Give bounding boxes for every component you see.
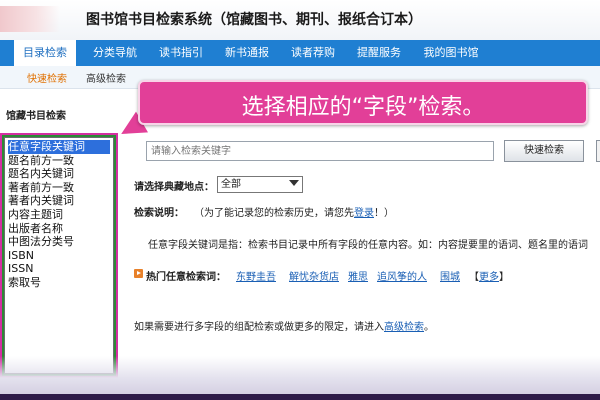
annotation-callout: 选择相应的“字段”检索。 bbox=[138, 80, 588, 125]
nav-item-new-books[interactable]: 新书通报 bbox=[218, 40, 276, 66]
hot-keyword-link[interactable]: 东野圭吾 bbox=[236, 268, 276, 283]
quick-search-button[interactable]: 快速检索 bbox=[504, 140, 584, 162]
header: 图书馆书目检索系统（馆藏图书、期刊、报纸合订本） bbox=[0, 0, 600, 40]
nav-item-catalog-search[interactable]: 目录检索 bbox=[14, 40, 76, 66]
advanced-note-text: 如果需要进行多字段的组配检索或做更多的限定，请进入 bbox=[134, 322, 384, 333]
login-link[interactable]: 登录 bbox=[354, 208, 374, 219]
location-label: 请选择典藏地点： bbox=[134, 182, 214, 193]
bracket-open: 【 bbox=[469, 272, 479, 283]
field-option[interactable]: 索取号 bbox=[8, 276, 110, 290]
hot-keywords-label: 热门任意检索词： bbox=[146, 272, 226, 283]
field-option[interactable]: 内容主题词 bbox=[8, 208, 110, 222]
field-list-highlight: 任意字段关键词 题名前方一致 题名内关键词 著者前方一致 著者内关键词 内容主题… bbox=[0, 133, 118, 378]
page-title: 图书馆书目检索系统（馆藏图书、期刊、报纸合订本） bbox=[86, 12, 422, 28]
hot-keyword-link[interactable]: 追风筝的人 bbox=[377, 268, 427, 283]
nav-item-reminders[interactable]: 提醒服务 bbox=[350, 40, 408, 66]
more-link[interactable]: 更多 bbox=[479, 272, 499, 283]
advanced-note-end: 。 bbox=[424, 322, 434, 333]
advanced-search-note: 如果需要进行多字段的组配检索或做更多的限定，请进入高级检索。 bbox=[134, 318, 434, 333]
nav-item-my-library[interactable]: 我的图书馆 bbox=[416, 40, 486, 66]
advanced-search-link[interactable]: 高级检索 bbox=[384, 322, 424, 333]
hot-keyword-link[interactable]: 围城 bbox=[440, 268, 460, 283]
nav-item-reading-guide[interactable]: 读书指引 bbox=[152, 40, 210, 66]
field-option[interactable]: 著者内关键词 bbox=[8, 194, 110, 208]
location-selected-value: 全部 bbox=[221, 179, 241, 190]
field-option[interactable]: 著者前方一致 bbox=[8, 181, 110, 195]
field-option[interactable]: 题名前方一致 bbox=[8, 154, 110, 168]
hot-arrow-icon bbox=[134, 269, 143, 278]
subnav-quick-search[interactable]: 快速检索 bbox=[27, 70, 67, 85]
field-option[interactable]: 出版者名称 bbox=[8, 222, 110, 236]
search-input[interactable] bbox=[146, 141, 494, 161]
help-label: 检索说明： bbox=[134, 208, 184, 219]
left-panel-title: 馆藏书目检索 bbox=[6, 111, 66, 122]
field-listbox[interactable]: 任意字段关键词 题名前方一致 题名内关键词 著者前方一致 著者内关键词 内容主题… bbox=[4, 137, 114, 374]
nav-item-category-nav[interactable]: 分类导航 bbox=[84, 40, 146, 66]
field-option[interactable]: ISBN bbox=[8, 249, 110, 263]
bottom-bar bbox=[0, 394, 600, 400]
nav-item-reader-recommend[interactable]: 读者荐购 bbox=[284, 40, 342, 66]
field-description: 任意字段关键词是指：检索书目记录中所有字段的任意内容。如：内容提要里的语词、题名… bbox=[148, 240, 588, 251]
field-option[interactable]: 中图法分类号 bbox=[8, 235, 110, 249]
more-link-wrapper: 【更多】 bbox=[469, 268, 509, 283]
hot-keyword-link[interactable]: 雅思 bbox=[348, 268, 368, 283]
help-note-after: ！） bbox=[374, 208, 394, 219]
hot-keyword-link[interactable]: 解忧杂货店 bbox=[289, 268, 339, 283]
field-option[interactable]: 题名内关键词 bbox=[8, 167, 110, 181]
field-option[interactable]: ISSN bbox=[8, 262, 110, 276]
field-option[interactable]: 任意字段关键词 bbox=[8, 140, 110, 154]
help-note-before: （为了能记录您的检索历史，请您先 bbox=[194, 208, 354, 219]
subnav-advanced-search[interactable]: 高级检索 bbox=[86, 70, 126, 85]
extra-button-edge[interactable] bbox=[596, 140, 600, 162]
location-select[interactable]: 全部 bbox=[217, 176, 303, 193]
chevron-down-icon bbox=[289, 180, 299, 186]
bracket-close: 】 bbox=[499, 272, 509, 283]
callout-text: 选择相应的“字段”检索。 bbox=[241, 95, 485, 120]
library-logo bbox=[0, 6, 60, 32]
help-note: （为了能记录您的检索历史，请您先登录！） bbox=[194, 204, 394, 219]
main-nav: 目录检索 分类导航 读书指引 新书通报 读者荐购 提醒服务 我的图书馆 bbox=[0, 40, 600, 66]
